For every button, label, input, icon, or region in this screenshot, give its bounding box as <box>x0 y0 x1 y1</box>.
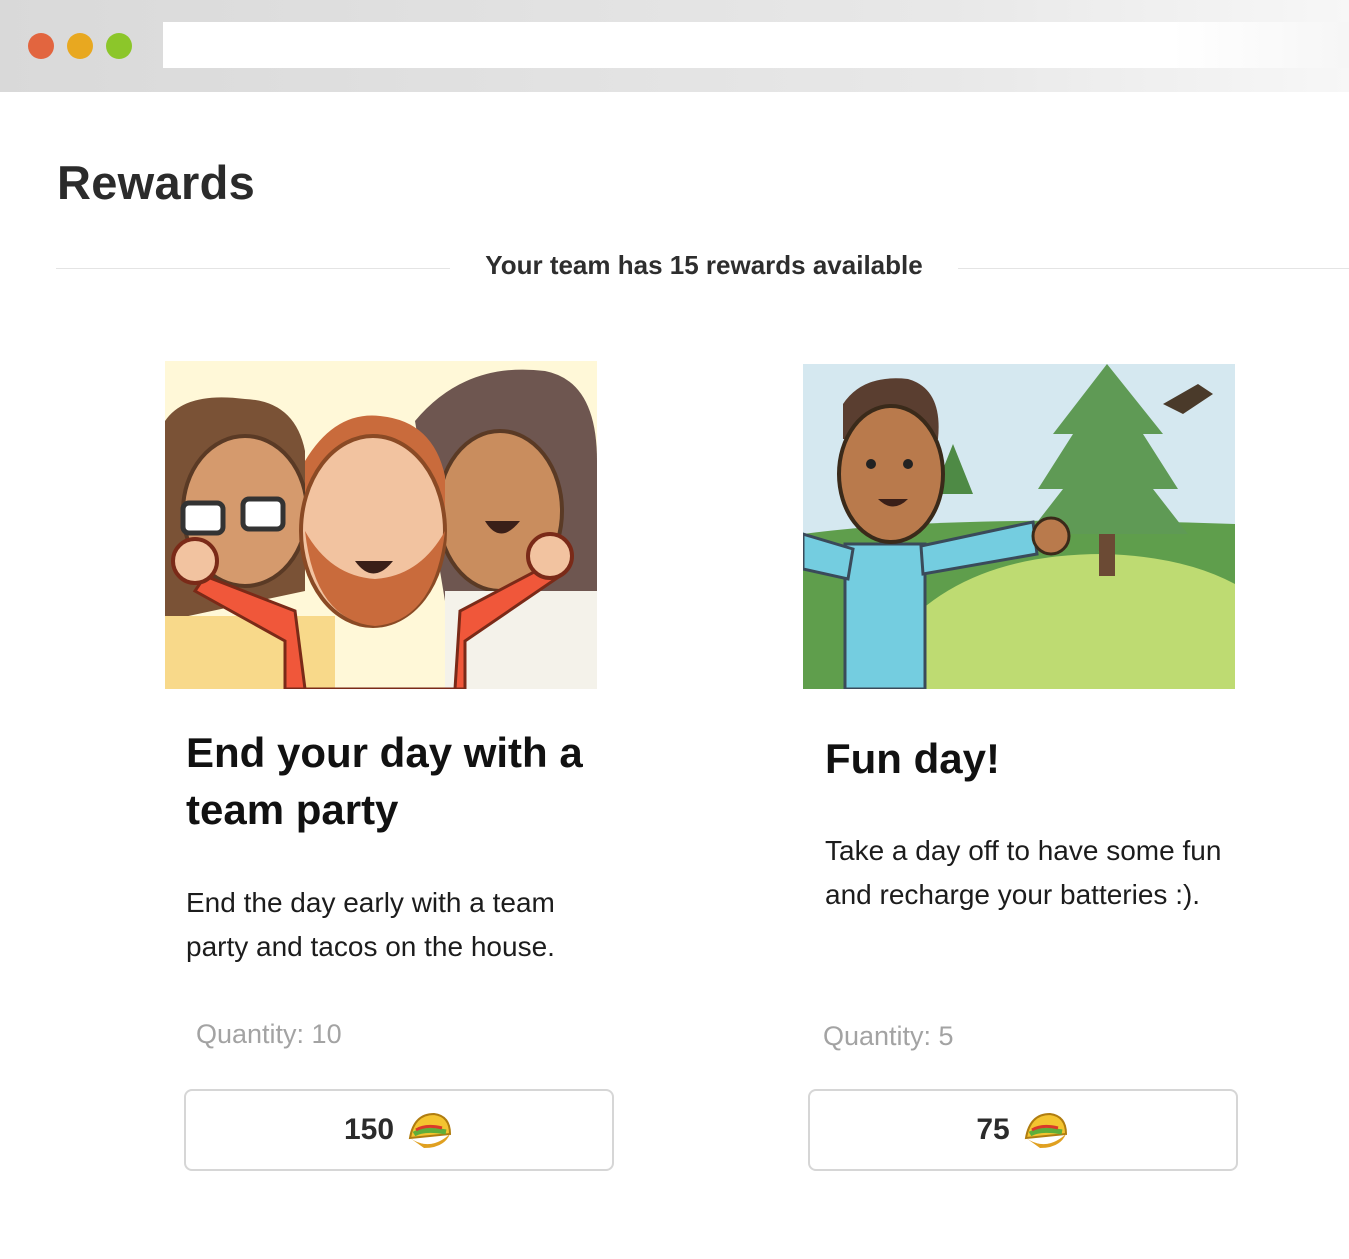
reward-price: 150 <box>343 1113 395 1146</box>
page-title: Rewards <box>57 156 256 209</box>
fun-day-illustration <box>803 364 1235 689</box>
taco-icon <box>404 1108 454 1152</box>
reward-description: End the day early with a team party and … <box>186 887 555 962</box>
browser-chrome <box>0 0 1349 92</box>
divider-right <box>958 268 1349 269</box>
taco-icon <box>1020 1108 1070 1152</box>
reward-title: Fun day! <box>825 735 1000 782</box>
team-party-illustration <box>165 361 597 689</box>
reward-quantity: Quantity: 10 <box>196 1019 342 1049</box>
window-close-button[interactable] <box>28 33 54 59</box>
redeem-reward-button[interactable]: 75 <box>808 1089 1238 1171</box>
reward-price: 75 <box>976 1113 1010 1146</box>
window-maximize-button[interactable] <box>106 33 132 59</box>
reward-description: Take a day off to have some fun and rech… <box>825 835 1222 910</box>
reward-title: End your day with a team party <box>186 729 583 833</box>
redeem-reward-button[interactable]: 150 <box>184 1089 614 1171</box>
reward-quantity: Quantity: 5 <box>823 1021 954 1051</box>
rewards-available-summary: Your team has 15 rewards available <box>485 250 923 280</box>
divider-left <box>56 268 450 269</box>
window-minimize-button[interactable] <box>67 33 93 59</box>
address-bar[interactable] <box>163 22 1349 68</box>
